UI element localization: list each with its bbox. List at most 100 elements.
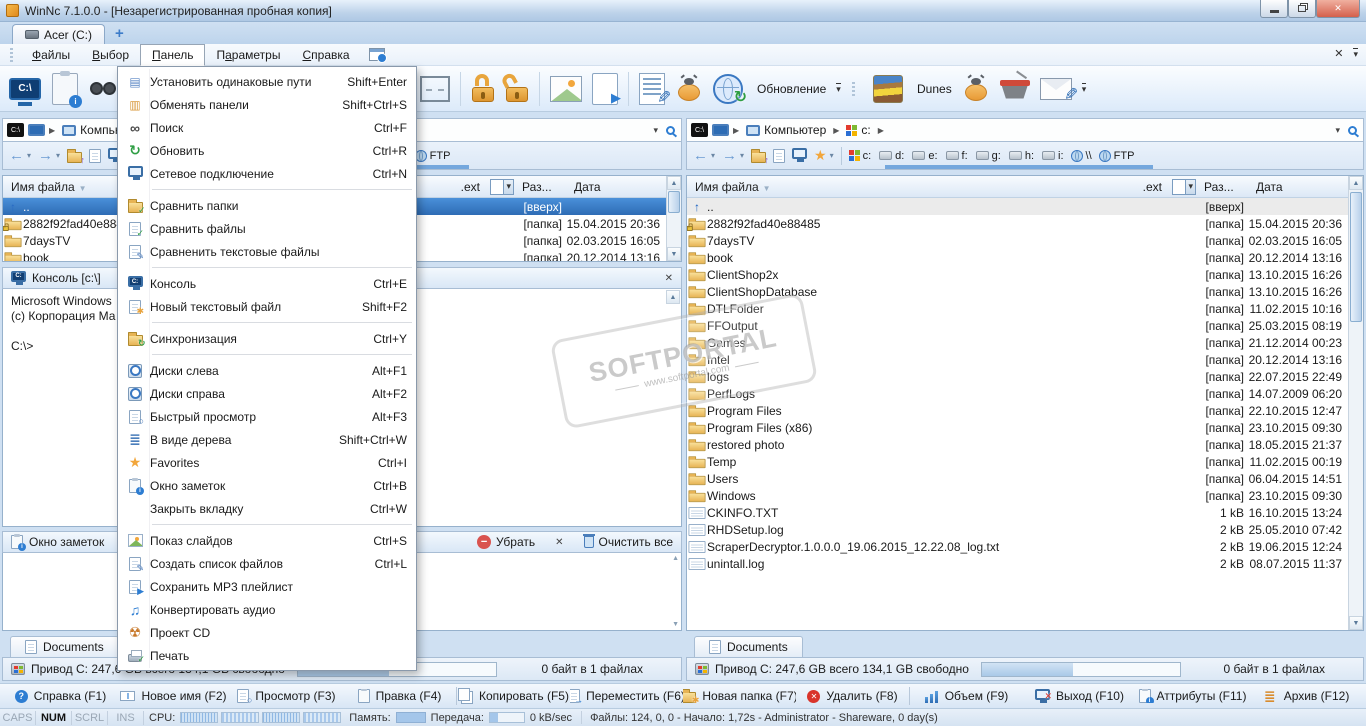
drive-c-button[interactable]: c: bbox=[848, 150, 871, 162]
file-row[interactable]: Windows [папка] 23.10.2015 09:30 bbox=[687, 487, 1363, 504]
column-date[interactable]: Дата bbox=[574, 180, 666, 194]
column-name[interactable]: Имя файла ▼ bbox=[687, 180, 1122, 194]
close-console-icon[interactable]: ✕ bbox=[665, 273, 673, 284]
drive-i-button[interactable]: i: bbox=[1042, 150, 1064, 162]
menu-item-create-file-list[interactable]: ✎ Создать список файлов Ctrl+L bbox=[118, 552, 416, 575]
menu-item-slideshow[interactable]: Показ слайдов Ctrl+S bbox=[118, 529, 416, 552]
menu-item-convert-audio[interactable]: ♫ Конвертировать аудио bbox=[118, 598, 416, 621]
c-drive-chip-icon[interactable]: C:\ bbox=[691, 123, 708, 137]
network-button[interactable]: \\ bbox=[1070, 149, 1092, 162]
file-row[interactable]: DTLFolder [папка] 11.02.2015 10:16 bbox=[687, 300, 1363, 317]
dunes-theme-button[interactable] bbox=[873, 74, 903, 103]
help-window-icon[interactable] bbox=[368, 48, 387, 63]
select-toolbar-button[interactable] bbox=[420, 75, 450, 102]
column-date[interactable]: Дата bbox=[1256, 180, 1348, 194]
forward-button[interactable]: → bbox=[38, 148, 53, 163]
file-row[interactable]: Program Files (x86) [папка] 23.10.2015 09:… bbox=[687, 419, 1363, 436]
desktop-icon[interactable] bbox=[712, 124, 729, 136]
unlock-toolbar-button[interactable] bbox=[500, 70, 529, 104]
menu-item-cd-project[interactable]: ☢ Проект CD bbox=[118, 621, 416, 644]
back-history-icon[interactable]: ▾ bbox=[27, 151, 31, 160]
menu-item-compare-folders[interactable]: ✓ Сравнить папки bbox=[118, 194, 416, 217]
file-row[interactable]: ↑.. [вверх] bbox=[687, 198, 1363, 215]
fkey-f5-button[interactable]: Копировать (F5) bbox=[457, 688, 570, 704]
ftp-button[interactable]: FTP bbox=[414, 149, 450, 162]
menu-item-compare-text-files[interactable]: ✎ Сравненить текстовые файлы bbox=[118, 240, 416, 263]
list-view-icon[interactable] bbox=[89, 148, 102, 163]
file-row[interactable]: 7daysTV [папка] 02.03.2015 16:05 bbox=[687, 232, 1363, 249]
fkey-f4-button[interactable]: Правка (F4) bbox=[343, 689, 456, 703]
fkey-f10-button[interactable]: ✕ Выход (F10) bbox=[1023, 688, 1136, 704]
menu-item-sync[interactable]: ↻ Синхронизация Ctrl+Y bbox=[118, 327, 416, 350]
notes-scroll-down-icon[interactable]: ▼ bbox=[672, 621, 679, 628]
search-icon[interactable] bbox=[1348, 125, 1357, 135]
right-list-scrollbar[interactable]: ▲ ▼ bbox=[1348, 176, 1363, 630]
breadcrumb-computer[interactable]: Компьютер bbox=[743, 122, 829, 138]
menu-item-close-tab[interactable]: Закрыть вкладку Ctrl+W bbox=[118, 497, 416, 520]
forward-button[interactable]: → bbox=[722, 148, 737, 163]
menu-item-compare-files[interactable]: ✓ Сравнить файлы bbox=[118, 217, 416, 240]
toolbar-overflow-icon[interactable]: ▾ bbox=[1081, 83, 1087, 94]
favorites-dropdown-icon[interactable]: ▾ bbox=[830, 151, 834, 160]
back-history-icon[interactable]: ▾ bbox=[711, 151, 715, 160]
shop-basket-button[interactable] bbox=[999, 77, 1030, 101]
desktop-icon[interactable] bbox=[28, 124, 45, 136]
fkey-f1-button[interactable]: Справка (F1) bbox=[4, 689, 117, 703]
menubar-item-1[interactable]: Файлы bbox=[21, 45, 81, 65]
documents-tab[interactable]: Documents bbox=[694, 636, 803, 657]
left-list-scrollbar[interactable]: ▲ ▼ bbox=[666, 176, 681, 261]
edit-document-toolbar-button[interactable] bbox=[639, 72, 665, 105]
menu-item-search[interactable]: ∞ Поиск Ctrl+F bbox=[118, 116, 416, 139]
breadcrumb-dropdown-icon[interactable]: ▾ bbox=[1335, 125, 1340, 136]
file-row[interactable]: Temp [папка] 11.02.2015 00:19 bbox=[687, 453, 1363, 470]
menu-item-network-connection[interactable]: Сетевое подключение Ctrl+N bbox=[118, 162, 416, 185]
file-row[interactable]: FFOutput [папка] 25.03.2015 08:19 bbox=[687, 317, 1363, 334]
menu-item-disks-right[interactable]: Диски справа Alt+F2 bbox=[118, 382, 416, 405]
fkey-f8-button[interactable]: Удалить (F8) bbox=[796, 689, 909, 703]
forward-history-icon[interactable]: ▾ bbox=[56, 151, 60, 160]
fkey-f12-button[interactable]: ≣ Архив (F12) bbox=[1249, 688, 1362, 704]
menu-item-new-text-file[interactable]: ✱ Новый текстовый файл Shift+F2 bbox=[118, 295, 416, 318]
restore-button[interactable] bbox=[1288, 0, 1316, 18]
close-button[interactable]: ✕ bbox=[1316, 0, 1360, 18]
toolbar-overflow-icon[interactable]: ▾ bbox=[836, 83, 841, 94]
search-toolbar-button[interactable] bbox=[88, 79, 118, 99]
back-button[interactable]: ← bbox=[9, 148, 24, 163]
new-tab-button[interactable]: + bbox=[115, 26, 124, 41]
file-row[interactable]: book [папка] 20.12.2014 13:16 bbox=[687, 249, 1363, 266]
file-row[interactable]: CKINFO.TXT 1 kB 16.10.2015 13:24 bbox=[687, 504, 1363, 521]
breadcrumb-drive-c[interactable]: c: bbox=[843, 122, 873, 138]
column-size[interactable]: Раз... bbox=[1204, 180, 1256, 194]
file-row[interactable]: restored photo [папка] 18.05.2015 21:37 bbox=[687, 436, 1363, 453]
file-row[interactable]: Games [папка] 21.12.2014 00:23 bbox=[687, 334, 1363, 351]
console-toolbar-button[interactable]: C:\ bbox=[8, 74, 42, 106]
file-row[interactable]: unintall.log 2 kB 08.07.2015 11:37 bbox=[687, 555, 1363, 572]
bug-report-toolbar-button[interactable] bbox=[675, 76, 703, 102]
fkey-f2-button[interactable]: Новое имя (F2) bbox=[117, 689, 230, 703]
close-note-icon[interactable]: ✕ bbox=[555, 537, 563, 548]
file-row[interactable]: ClientShopDatabase [папка] 13.10.2015 16:2… bbox=[687, 283, 1363, 300]
file-row[interactable]: logs [папка] 22.07.2015 22:49 bbox=[687, 368, 1363, 385]
forward-history-icon[interactable]: ▾ bbox=[740, 151, 744, 160]
update-globe-icon[interactable]: ↻ bbox=[713, 73, 747, 106]
lock-toolbar-button[interactable] bbox=[471, 73, 495, 104]
menubar-item-2[interactable]: Выбор bbox=[81, 45, 140, 65]
update-label[interactable]: Обновление bbox=[757, 82, 826, 96]
menubar-item-4[interactable]: Параметры bbox=[205, 45, 291, 65]
notes-toolbar-button[interactable]: i bbox=[52, 70, 82, 108]
minimize-button[interactable] bbox=[1260, 0, 1288, 18]
list-view-icon[interactable] bbox=[773, 148, 786, 163]
mail-edit-button[interactable] bbox=[1039, 77, 1072, 100]
documents-tab[interactable]: Documents bbox=[10, 636, 119, 657]
menu-item-notes-window[interactable]: i Окно заметок Ctrl+B bbox=[118, 474, 416, 497]
console-scroll-up-icon[interactable]: ▲ bbox=[666, 290, 680, 304]
ext-filter-combo[interactable] bbox=[1172, 178, 1196, 195]
file-row[interactable]: RHDSetup.log 2 kB 25.05.2010 07:42 bbox=[687, 521, 1363, 538]
menubar-item-3[interactable]: Панель bbox=[140, 43, 206, 66]
desktop-view-icon[interactable] bbox=[792, 148, 808, 162]
column-ext[interactable]: .ext bbox=[440, 180, 480, 194]
favorites-icon[interactable]: ★ bbox=[814, 147, 827, 164]
ext-filter-combo[interactable] bbox=[490, 178, 514, 195]
image-viewer-toolbar-button[interactable] bbox=[550, 75, 582, 102]
breadcrumb-dropdown-icon[interactable]: ▾ bbox=[653, 125, 658, 136]
